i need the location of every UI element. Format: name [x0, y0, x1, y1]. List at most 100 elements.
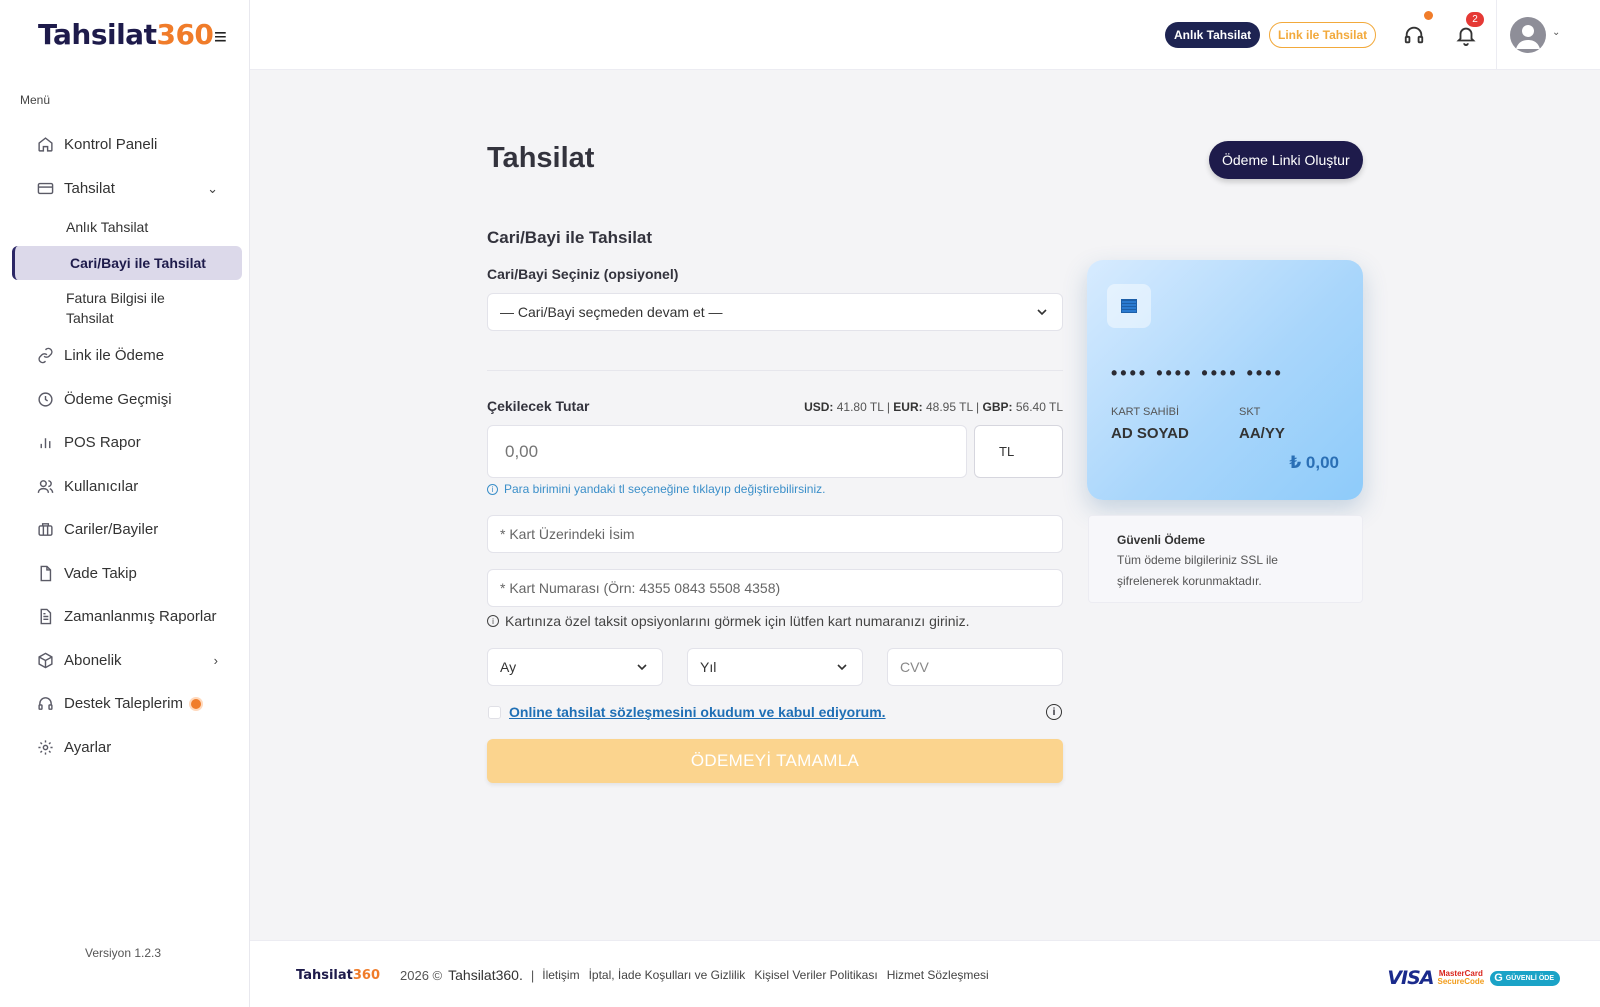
- footer-link-contact[interactable]: İletişim: [542, 968, 579, 982]
- info-icon: i: [487, 615, 499, 627]
- logo[interactable]: Tahsilat360: [38, 18, 214, 51]
- sidebar-item-label: Kontrol Paneli: [64, 136, 158, 154]
- mastercard-securecode-logo: MasterCard SecureCode: [1438, 970, 1485, 986]
- credit-card-icon: [36, 179, 54, 197]
- link-collection-button[interactable]: Link ile Tahsilat: [1269, 22, 1377, 48]
- gbp-label: GBP:: [982, 400, 1013, 414]
- support-indicator-dot: [1424, 11, 1433, 20]
- terms-checkbox[interactable]: [488, 706, 501, 719]
- fx-separator: |: [976, 400, 980, 414]
- hamburger-menu-icon[interactable]: ≡: [214, 24, 227, 50]
- sidebar-subitem-anlik-tahsilat[interactable]: Anlık Tahsilat: [0, 210, 250, 244]
- sidebar-item-link-ile-odeme[interactable]: Link ile Ödeme: [0, 334, 250, 378]
- currency-hint-text: Para birimini yandaki tl seçeneğine tıkl…: [504, 482, 826, 496]
- installment-hint: i Kartınıza özel taksit opsiyonlarını gö…: [487, 613, 970, 629]
- g-icon: G: [1494, 972, 1503, 984]
- users-icon: [36, 477, 54, 495]
- sidebar-item-abonelik[interactable]: Abonelik ›: [0, 639, 250, 683]
- usd-label: USD:: [804, 400, 834, 414]
- sidebar-item-destek-taleplerim[interactable]: Destek Taleplerim: [0, 682, 250, 726]
- avatar[interactable]: [1510, 17, 1546, 53]
- installment-hint-text: Kartınıza özel taksit opsiyonlarını görm…: [505, 613, 970, 629]
- visa-logo: VISA: [1387, 967, 1434, 989]
- sidebar-item-kullanicilar[interactable]: Kullanıcılar: [0, 465, 250, 509]
- sidebar-item-label: Kullanıcılar: [64, 477, 139, 495]
- create-payment-link-button[interactable]: Ödeme Linki Oluştur: [1209, 141, 1363, 179]
- bar-chart-icon: [36, 434, 54, 452]
- card-expiry-value: AA/YY: [1239, 425, 1285, 442]
- complete-payment-button[interactable]: ÖDEMEYİ TAMAMLA: [487, 739, 1063, 783]
- logo-number: 360: [156, 18, 214, 51]
- section-title: Cari/Bayi ile Tahsilat: [487, 228, 653, 247]
- info-icon[interactable]: i: [1046, 704, 1062, 720]
- page-title: Tahsilat: [487, 142, 595, 174]
- sidebar-item-tahsilat[interactable]: Tahsilat ⌄: [0, 167, 250, 211]
- year-select[interactable]: Yıl: [687, 648, 863, 686]
- sidebar-item-label: Vade Takip: [64, 564, 137, 582]
- sidebar-item-odeme-gecmisi[interactable]: Ödeme Geçmişi: [0, 378, 250, 422]
- sidebar-item-zamanlanmis-raporlar[interactable]: Zamanlanmış Raporlar: [0, 595, 250, 639]
- cvv-input[interactable]: [887, 648, 1063, 686]
- exchange-rates: USD: 41.80 TL | EUR: 48.95 TL | GBP: 56.…: [804, 400, 1063, 414]
- headset-icon[interactable]: [1403, 24, 1425, 46]
- sidebar-subitem-fatura-tahsilat[interactable]: Fatura Bilgisi ile Tahsilat: [0, 282, 200, 334]
- cari-select[interactable]: — Cari/Bayi seçmeden devam et —: [487, 293, 1063, 331]
- chevron-down-icon: [1037, 309, 1047, 316]
- chevron-down-icon: [837, 664, 847, 671]
- sidebar-item-label: Cariler/Bayiler: [64, 521, 159, 539]
- usd-value: 41.80 TL: [836, 400, 884, 414]
- mc-bottom: SecureCode: [1437, 977, 1485, 986]
- month-select-value: Ay: [500, 659, 517, 675]
- card-number-input[interactable]: [487, 569, 1063, 607]
- footer-logo-number: 360: [352, 967, 380, 983]
- version-label: Versiyon 1.2.3: [85, 946, 162, 960]
- card-preview: •••• •••• •••• •••• KART SAHİBİ AD SOYAD…: [1087, 260, 1363, 500]
- footer-link-terms[interactable]: Hizmet Sözleşmesi: [887, 968, 989, 982]
- fx-separator: |: [886, 400, 890, 414]
- chevron-down-icon[interactable]: ⌄: [207, 181, 218, 197]
- gear-icon: [36, 738, 54, 756]
- month-select[interactable]: Ay: [487, 648, 663, 686]
- secure-payment-box: Güvenli Ödeme Tüm ödeme bilgileriniz SSL…: [1088, 515, 1363, 603]
- eur-value: 48.95 TL: [925, 400, 973, 414]
- sidebar-item-kontrol-paneli[interactable]: Kontrol Paneli: [0, 123, 250, 167]
- instant-collection-button[interactable]: Anlık Tahsilat: [1165, 22, 1261, 48]
- eur-label: EUR:: [893, 400, 923, 414]
- footer-logo: Tahsilat360: [296, 968, 380, 983]
- sidebar-subitem-cari-bayi-tahsilat[interactable]: Cari/Bayi ile Tahsilat: [12, 246, 242, 280]
- sidebar-item-label: Abonelik: [64, 651, 122, 669]
- card-expiry-label: SKT: [1239, 406, 1261, 418]
- footer-link-refund[interactable]: İptal, İade Koşulları ve Gizlilik: [589, 968, 746, 982]
- cari-select-value: — Cari/Bayi seçmeden devam et —: [500, 304, 723, 320]
- card-chip-icon: [1107, 284, 1151, 328]
- header-divider: [1496, 0, 1497, 70]
- currency-selector[interactable]: TL: [974, 425, 1063, 478]
- notification-badge: 2: [1466, 12, 1484, 27]
- payment-logos: VISA MasterCard SecureCode G GÜVENLİ ÖDE: [1387, 967, 1560, 989]
- headset-icon: [36, 695, 54, 713]
- briefcase-icon: [36, 521, 54, 539]
- sidebar-item-vade-takip[interactable]: Vade Takip: [0, 552, 250, 596]
- year-select-value: Yıl: [700, 659, 717, 675]
- sidebar-item-cariler-bayiler[interactable]: Cariler/Bayiler: [0, 508, 250, 552]
- sidebar-item-pos-rapor[interactable]: POS Rapor: [0, 421, 250, 465]
- footer-brand: Tahsilat360.: [448, 967, 523, 983]
- link-icon: [36, 347, 54, 365]
- footer-link-privacy[interactable]: Kişisel Veriler Politikası: [754, 968, 877, 982]
- cardholder-name-input[interactable]: [487, 515, 1063, 553]
- cari-select-label: Cari/Bayi Seçiniz (opsiyonel): [487, 266, 679, 282]
- sidebar-item-label: Link ile Ödeme: [64, 347, 165, 365]
- bell-icon[interactable]: [1455, 24, 1477, 46]
- terms-link[interactable]: Online tahsilat sözleşmesini okudum ve k…: [509, 704, 886, 720]
- sidebar-item-label: Ödeme Geçmişi: [64, 390, 172, 408]
- footer-logo-text: Tahsilat: [296, 967, 353, 983]
- chevron-down-icon[interactable]: ⌄: [1552, 27, 1560, 38]
- logo-text: Tahsilat: [38, 18, 157, 51]
- amount-label: Çekilecek Tutar: [487, 398, 590, 414]
- info-icon: i: [487, 483, 498, 495]
- sidebar-item-ayarlar[interactable]: Ayarlar: [0, 726, 250, 770]
- amount-input[interactable]: [487, 425, 967, 478]
- sidebar-item-label: Destek Taleplerim: [64, 695, 183, 713]
- chevron-right-icon[interactable]: ›: [214, 653, 218, 668]
- guvenli-ode-logo: G GÜVENLİ ÖDE: [1490, 970, 1560, 986]
